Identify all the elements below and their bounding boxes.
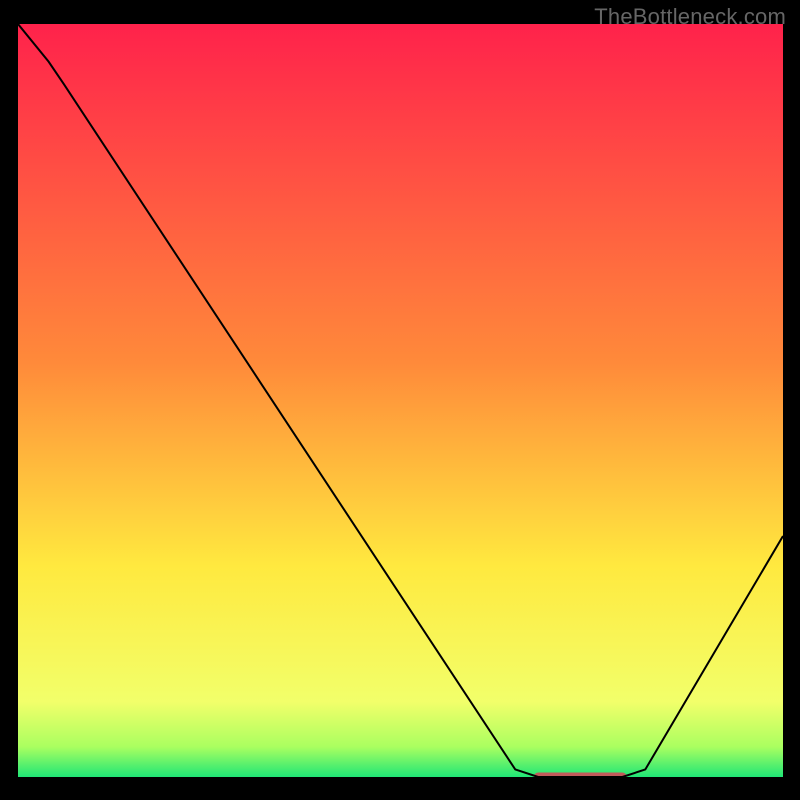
plot-area <box>18 24 783 777</box>
chart-svg <box>18 24 783 777</box>
gradient-background <box>18 24 783 777</box>
chart-container: TheBottleneck.com <box>0 0 800 800</box>
